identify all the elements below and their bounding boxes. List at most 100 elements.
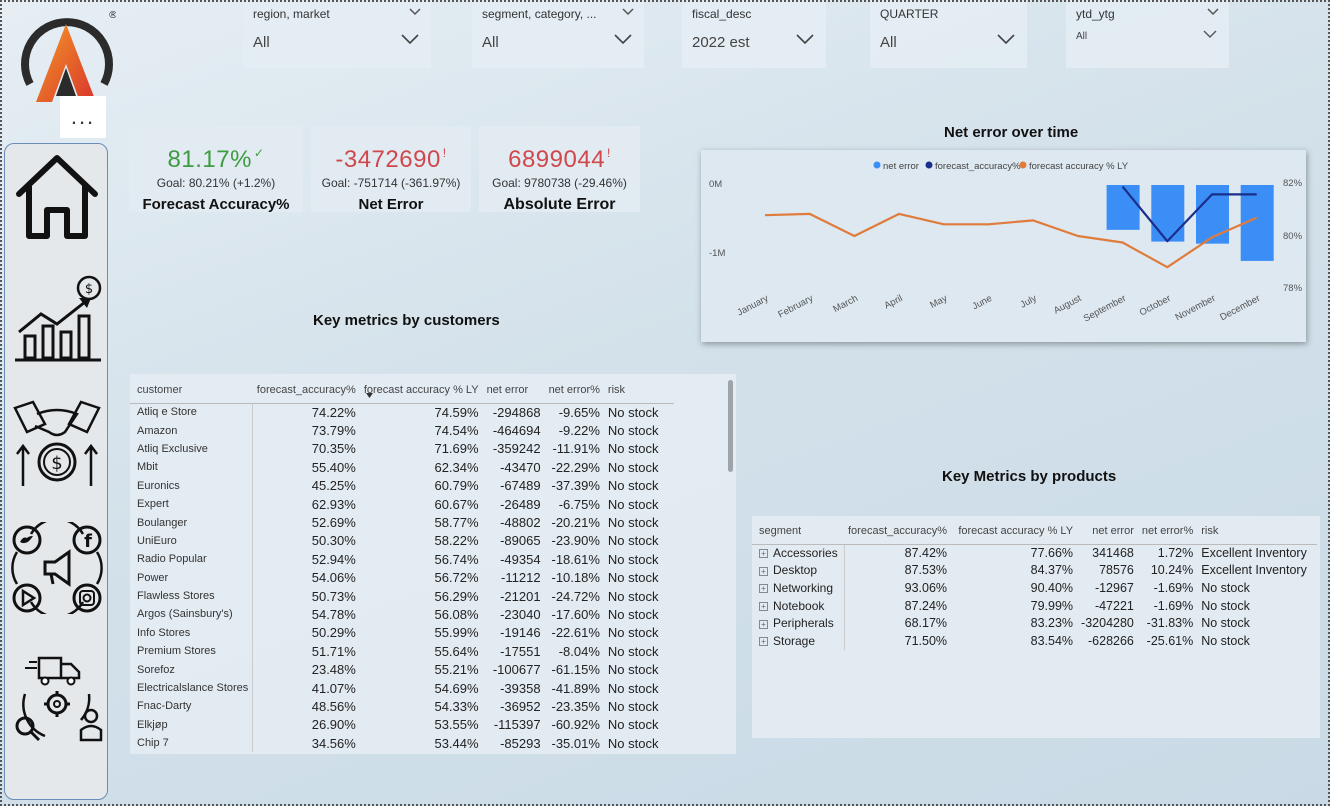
expand-icon[interactable]: +: [759, 584, 768, 594]
table-row[interactable]: Info Stores 50.29% 55.99% -19146 -22.61% No s…: [130, 623, 674, 643]
table-row[interactable]: UniEuro 50.30% 58.22% -89065 -23.90% No stock: [130, 531, 674, 551]
table-row[interactable]: Argos (Sainsbury's) 54.78% 56.08% -23040 -17…: [130, 605, 674, 624]
x-tick-label: November: [1174, 293, 1218, 323]
products-table-body: + Accessories 87.42% 77.66% 341468 1.72% Excel…: [752, 544, 1317, 650]
expand-icon[interactable]: +: [759, 619, 768, 629]
cell-net-error-pct: -61.15%: [551, 662, 600, 678]
kpi-forecast-accuracy: 81.17% ✓ Goal: 80.21% (+1.2%) Forecast Ac…: [129, 126, 303, 213]
table-row[interactable]: Electricalslance Stores 41.07% 54.69% -3935…: [130, 678, 674, 698]
cell-customer: Expert: [130, 494, 254, 514]
region-market-slicer[interactable]: region, market All: [243, 0, 431, 68]
chevron-down-icon[interactable]: [796, 34, 814, 44]
table-row[interactable]: Fnac-Darty 48.56% 54.33% -36952 -23.35% No st…: [130, 697, 674, 716]
table-row[interactable]: Radio Popular 52.94% 56.74% -49354 -18.61% No…: [130, 550, 674, 569]
table-row[interactable]: + Notebook 87.24% 79.99% -47221 -1.69% No stoc…: [752, 596, 1317, 615]
ytd-ytg-slicer[interactable]: ytd_ytg All: [1066, 0, 1229, 68]
table-scrollbar[interactable]: [728, 380, 733, 472]
col-header-risk[interactable]: risk: [1197, 520, 1317, 542]
col-header-forecast-accuracy[interactable]: forecast_accuracy%: [844, 520, 951, 542]
kpi-value: 81.17% ✓: [129, 146, 303, 174]
cell-forecast-accuracy-ly: 53.44%: [434, 735, 479, 751]
table-row[interactable]: + Networking 93.06% 90.40% -12967 -1.69% No st…: [752, 579, 1317, 597]
net-error-chart[interactable]: net error forecast_accuracy% forecast accu…: [701, 150, 1306, 342]
col-header-forecast-accuracy-ly[interactable]: forecast accuracy % LY: [360, 379, 483, 401]
chevron-down-icon[interactable]: [1207, 8, 1219, 16]
cell-risk: Excellent Inventory: [1201, 563, 1307, 578]
cell-risk: Excellent Inventory: [1201, 546, 1307, 561]
table-row[interactable]: Atliq e Store 74.22% 74.59% -294868 -9.65% No…: [130, 403, 674, 422]
kpi-value-text: 6899044: [508, 146, 606, 173]
chevron-down-icon[interactable]: [614, 34, 632, 44]
cell-net-error: -294868: [492, 404, 541, 420]
table-row[interactable]: + Accessories 87.42% 77.66% 341468 1.72% Excel…: [752, 544, 1317, 562]
cell-net-error-pct: -9.65%: [558, 404, 600, 420]
segment-category-slicer[interactable]: segment, category, ... All: [472, 0, 644, 68]
table-row[interactable]: Boulanger 52.69% 58.77% -48802 -20.21% No sto…: [130, 513, 674, 532]
net-error-chart-svg: net error forecast_accuracy% forecast accu…: [709, 161, 1303, 324]
table-row[interactable]: + Peripherals 68.17% 83.23% -3204280 -31.83% N…: [752, 614, 1317, 632]
table-row[interactable]: Euronics 45.25% 60.79% -67489 -37.39% No stoc…: [130, 476, 674, 495]
finance-handshake-icon[interactable]: $: [11, 396, 103, 488]
col-header-net-error[interactable]: net error: [483, 379, 545, 401]
cell-net-error-pct: 1.72%: [1157, 546, 1194, 561]
kpi-net-error: -3472690! Goal: -751714 (-361.97%) Net E…: [311, 126, 471, 213]
table-row[interactable]: Flawless Stores 50.73% 56.29% -21201 -24.72%…: [130, 586, 674, 606]
cell-net-error: -43470: [500, 459, 541, 475]
table-row[interactable]: Atliq Exclusive 70.35% 71.69% -359242 -11.91…: [130, 439, 674, 459]
expand-icon[interactable]: +: [759, 566, 768, 576]
col-header-net-error[interactable]: net error: [1077, 520, 1138, 542]
cell-net-error-pct: -31.83%: [1146, 616, 1194, 631]
chevron-down-icon[interactable]: [1203, 30, 1217, 38]
fiscal-desc-slicer[interactable]: fiscal_desc 2022 est: [682, 0, 826, 68]
products-table-visual[interactable]: segment forecast_accuracy% forecast accu…: [752, 516, 1320, 738]
chevron-down-icon[interactable]: [401, 34, 419, 44]
chevron-down-icon[interactable]: [997, 34, 1015, 44]
table-row[interactable]: Power 54.06% 56.72% -11212 -10.18% No stock: [130, 568, 674, 587]
legend-marker: [1019, 161, 1027, 169]
supply-chain-icon[interactable]: [11, 650, 103, 742]
cell-risk: No stock: [607, 533, 659, 549]
cell-risk: No stock: [1201, 616, 1250, 631]
cell-segment: + Peripherals: [752, 614, 845, 632]
cell-customer: Chip 7: [130, 734, 254, 753]
customers-table-visual[interactable]: customer forecast_accuracy% forecast acc…: [130, 374, 736, 754]
table-row[interactable]: Amazon 73.79% 74.54% -464694 -9.22% No stock: [130, 421, 674, 440]
cell-net-error: -17551: [500, 643, 541, 659]
col-header-forecast-accuracy[interactable]: forecast_accuracy%: [253, 379, 360, 401]
col-header-customer[interactable]: customer: [130, 379, 253, 401]
table-row[interactable]: + Desktop 87.53% 84.37% 78576 10.24% Excellent…: [752, 561, 1317, 580]
cell-risk: No stock: [607, 606, 659, 622]
cell-net-error: -36952: [500, 698, 541, 714]
col-header-risk[interactable]: risk: [604, 379, 674, 401]
quarter-slicer[interactable]: QUARTER All: [870, 0, 1027, 68]
cell-customer: Mbit: [130, 458, 254, 477]
col-header-net-error-pct[interactable]: net error%: [545, 379, 604, 401]
kpi-goal: Goal: -751714 (-361.97%): [321, 176, 461, 190]
sales-growth-icon[interactable]: $: [11, 272, 103, 364]
table-row[interactable]: Elkjøp 26.90% 53.55% -115397 -60.92% No stock: [130, 715, 674, 735]
kpi-value: -3472690!: [311, 146, 471, 174]
cell-customer: Fnac-Darty: [130, 697, 254, 716]
col-header-segment[interactable]: segment: [752, 520, 844, 542]
col-header-forecast-accuracy-ly[interactable]: forecast accuracy % LY: [951, 520, 1077, 542]
table-row[interactable]: Sorefoz 23.48% 55.21% -100677 -61.15% No stoc…: [130, 660, 674, 679]
table-row[interactable]: Expert 62.93% 60.67% -26489 -6.75% No stock: [130, 494, 674, 514]
cell-net-error: -628266: [1088, 633, 1134, 648]
more-options-button[interactable]: ...: [60, 96, 106, 138]
table-row[interactable]: Chip 7 34.56% 53.44% -85293 -35.01% No stock: [130, 734, 674, 753]
chevron-down-icon[interactable]: [409, 8, 421, 16]
home-icon[interactable]: [11, 150, 103, 242]
social-media-icon[interactable]: f: [11, 522, 103, 614]
col-header-net-error-pct[interactable]: net error%: [1138, 520, 1197, 542]
legend-label: forecast_accuracy%: [935, 161, 1021, 172]
cell-net-error: 341468: [1092, 546, 1134, 561]
table-row[interactable]: + Storage 71.50% 83.54% -628266 -25.61% No sto…: [752, 631, 1317, 650]
table-row[interactable]: Premium Stores 51.71% 55.64% -17551 -8.04% No…: [130, 642, 674, 661]
expand-icon[interactable]: +: [759, 549, 768, 559]
expand-icon[interactable]: +: [759, 637, 768, 647]
cell-risk: No stock: [1201, 598, 1250, 613]
chevron-down-icon[interactable]: [622, 8, 634, 16]
table-row[interactable]: Mbit 55.40% 62.34% -43470 -22.29% No stock: [130, 458, 674, 477]
segment-label: Networking: [773, 580, 834, 595]
expand-icon[interactable]: +: [759, 601, 768, 611]
